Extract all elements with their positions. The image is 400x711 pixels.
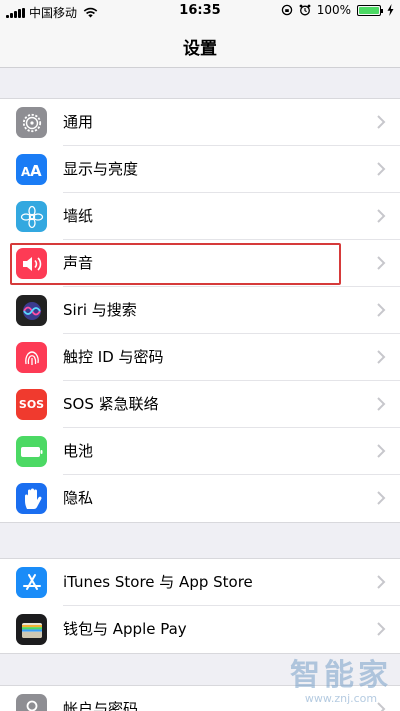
- battery-percent: 100%: [316, 3, 351, 17]
- settings-row-label: Siri 与搜索: [63, 301, 137, 319]
- settings-group-1: 通用 A A 显示与亮度 墙纸 声音 Siri 与搜索 触控 ID 与密码 SO…: [0, 98, 400, 523]
- navigation-bar: 设置: [0, 22, 400, 68]
- settings-row-label: 通用: [63, 113, 94, 131]
- fingerprint-icon: [16, 342, 47, 373]
- chevron-right-icon: [377, 575, 386, 589]
- hand-icon: [16, 483, 47, 514]
- chevron-right-icon: [377, 622, 386, 636]
- speaker-icon: [16, 248, 47, 279]
- settings-row-label: 声音: [63, 254, 94, 272]
- settings-row-siri[interactable]: Siri 与搜索: [0, 287, 400, 334]
- settings-row-wallpaper[interactable]: 墙纸: [0, 193, 400, 240]
- chevron-right-icon: [377, 444, 386, 458]
- flower-icon: [16, 201, 47, 232]
- app-store-icon: [16, 567, 47, 598]
- settings-row-battery[interactable]: 电池: [0, 428, 400, 475]
- chevron-right-icon: [377, 303, 386, 317]
- settings-row-touch-id[interactable]: 触控 ID 与密码: [0, 334, 400, 381]
- settings-group-2: iTunes Store 与 App Store 钱包与 Apple Pay: [0, 558, 400, 654]
- settings-row-privacy[interactable]: 隐私: [0, 475, 400, 522]
- settings-row-label: 帐户与密码: [63, 700, 139, 711]
- chevron-right-icon: [377, 162, 386, 176]
- battery-icon: [357, 4, 383, 16]
- settings-row-label: 触控 ID 与密码: [63, 348, 164, 366]
- watermark-logo-text: 智能家: [290, 658, 392, 693]
- status-bar: 中国移动 16:35 100%: [0, 0, 400, 22]
- chevron-right-icon: [377, 256, 386, 270]
- svg-text:A: A: [30, 162, 42, 180]
- settings-row-app-store[interactable]: iTunes Store 与 App Store: [0, 559, 400, 606]
- settings-row-wallet[interactable]: 钱包与 Apple Pay: [0, 606, 400, 653]
- siri-icon: [16, 295, 47, 326]
- watermark: 智能家 www.znj.com: [290, 650, 392, 705]
- chevron-right-icon: [377, 491, 386, 505]
- chevron-right-icon: [377, 350, 386, 364]
- settings-row-label: 墙纸: [63, 207, 94, 225]
- text-size-icon: A A: [16, 154, 47, 185]
- settings-row-display[interactable]: A A 显示与亮度: [0, 146, 400, 193]
- settings-row-label: 显示与亮度: [63, 160, 139, 178]
- page-title: 设置: [183, 39, 217, 59]
- settings-row-label: 电池: [63, 442, 94, 460]
- settings-row-label: iTunes Store 与 App Store: [63, 573, 253, 591]
- chevron-right-icon: [377, 115, 386, 129]
- settings-row-sos[interactable]: SOS SOS 紧急联络: [0, 381, 400, 428]
- chevron-right-icon: [377, 397, 386, 411]
- watermark-url: www.znj.com: [304, 692, 378, 705]
- rotation-lock-icon: [281, 4, 292, 16]
- battery-icon: [16, 436, 47, 467]
- settings-row-label: SOS 紧急联络: [63, 395, 159, 413]
- gear-icon: [16, 107, 47, 138]
- settings-row-label: 隐私: [63, 489, 94, 507]
- settings-row-general[interactable]: 通用: [0, 99, 400, 146]
- key-icon: [16, 694, 47, 711]
- settings-row-sound[interactable]: 声音: [0, 240, 400, 287]
- settings-row-label: 钱包与 Apple Pay: [63, 620, 187, 638]
- wallet-icon: [16, 614, 47, 645]
- charging-icon: [387, 4, 394, 16]
- chevron-right-icon: [377, 209, 386, 223]
- alarm-icon: [299, 4, 311, 16]
- sos-icon: SOS: [16, 389, 47, 420]
